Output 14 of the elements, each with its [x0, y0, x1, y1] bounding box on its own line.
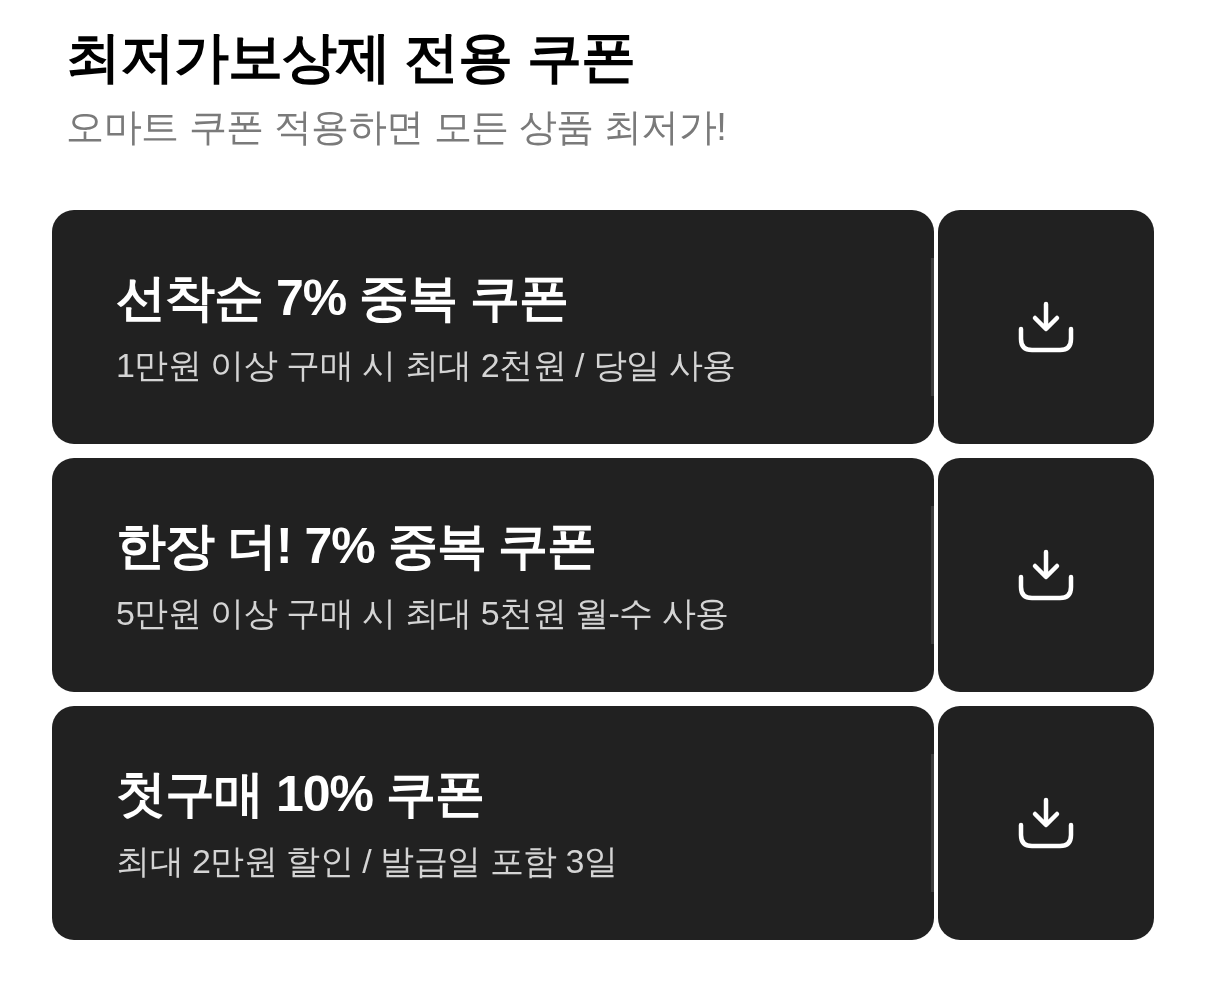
- page-subtitle: 오마트 쿠폰 적용하면 모든 상품 최저가!: [66, 105, 728, 150]
- coupon-description: 1만원 이상 구매 시 최대 2천원 / 당일 사용: [116, 345, 737, 386]
- download-button[interactable]: [938, 210, 1154, 444]
- page-title: 최저가보상제 전용 쿠폰: [66, 25, 636, 90]
- coupon-title: 선착순 7% 중복 쿠폰: [116, 269, 569, 328]
- download-icon: [1016, 301, 1076, 353]
- download-icon: [1016, 549, 1076, 601]
- download-icon: [1016, 797, 1076, 849]
- coupon-title: 첫구매 10% 쿠폰: [116, 765, 485, 824]
- coupon-description: 5만원 이상 구매 시 최대 5천원 월-수 사용: [116, 593, 730, 634]
- coupon-description: 최대 2만원 할인 / 발급일 포함 3일: [116, 841, 619, 882]
- download-button[interactable]: [938, 706, 1154, 940]
- coupon-title: 한장 더! 7% 중복 쿠폰: [116, 517, 598, 576]
- download-button[interactable]: [938, 458, 1154, 692]
